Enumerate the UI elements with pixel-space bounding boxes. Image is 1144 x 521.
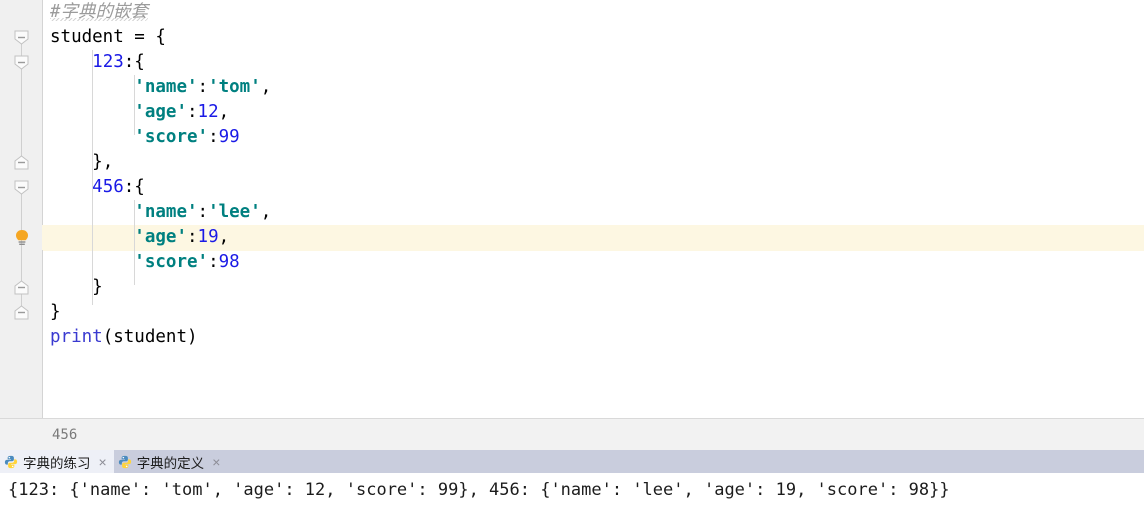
- token-str: 'score': [134, 252, 209, 272]
- fold-marker-icon[interactable]: [14, 30, 29, 45]
- token-plain: :: [208, 252, 219, 272]
- run-console[interactable]: {123: {'name': 'tom', 'age': 12, 'score'…: [0, 473, 1144, 521]
- code-line[interactable]: 'score':98: [42, 250, 1144, 275]
- fold-marker-icon[interactable]: [14, 180, 29, 195]
- token-plain: :: [186, 102, 198, 122]
- indent-guide: [134, 200, 136, 285]
- close-icon[interactable]: ×: [212, 455, 220, 469]
- token-plain: }: [92, 277, 103, 297]
- token-plain: :: [197, 202, 209, 222]
- code-line[interactable]: 'score':99: [42, 125, 1144, 150]
- code-line[interactable]: 'name':'lee',: [42, 200, 1144, 225]
- tab-2[interactable]: 字典的定义 ×: [114, 450, 228, 473]
- pycharm-window: #字典的嵌套 student = { 123:{ 'name':'tom', 'a…: [0, 0, 1144, 521]
- tab-1[interactable]: 字典的练习 ×: [0, 450, 114, 473]
- token-num: 98: [218, 252, 240, 272]
- run-tool-tabbar[interactable]: 字典的练习 × 字典的定义 ×: [0, 450, 1144, 474]
- code-line[interactable]: 123:{: [42, 50, 1144, 75]
- code-line[interactable]: 456:{: [42, 175, 1144, 200]
- indent-guide: [92, 50, 94, 305]
- code-line[interactable]: 'age':19,: [42, 225, 1144, 250]
- token-num: 19: [197, 227, 219, 247]
- fold-marker-icon[interactable]: [14, 305, 29, 320]
- code-line[interactable]: 'name':'tom',: [42, 75, 1144, 100]
- token-plain: :{: [123, 177, 145, 197]
- token-plain: :: [186, 227, 198, 247]
- token-str: 'tom': [208, 77, 261, 97]
- fold-marker-icon[interactable]: [14, 55, 29, 70]
- fold-marker-icon[interactable]: [14, 280, 29, 295]
- code-line[interactable]: #字典的嵌套: [42, 0, 1144, 25]
- token-plain: ,: [218, 102, 230, 122]
- tab-label: 字典的练习: [23, 455, 91, 471]
- indent-guide: [134, 75, 136, 135]
- token-plain: :: [197, 77, 209, 97]
- token-plain: ,: [260, 77, 272, 97]
- python-file-icon: [4, 455, 18, 469]
- token-plain: (student): [102, 327, 198, 347]
- breadcrumb[interactable]: 456: [52, 419, 77, 451]
- token-str: 'score': [134, 127, 209, 147]
- tab-label: 字典的定义: [136, 455, 205, 471]
- token-plain: :{: [123, 52, 145, 72]
- code-editor[interactable]: #字典的嵌套 student = { 123:{ 'name':'tom', 'a…: [0, 0, 1144, 418]
- fold-marker-icon[interactable]: [14, 155, 29, 170]
- code-line[interactable]: },: [42, 150, 1144, 175]
- code-line[interactable]: 'age':12,: [42, 100, 1144, 125]
- token-builtin: print: [50, 327, 103, 347]
- token-str: 'name': [134, 202, 198, 222]
- token-num: 456: [92, 177, 124, 197]
- token-num: 12: [197, 102, 219, 122]
- code-line[interactable]: print(student): [42, 325, 1144, 350]
- token-num: 99: [218, 127, 240, 147]
- token-plain: student = {: [50, 27, 166, 47]
- breadcrumb-bar[interactable]: 456: [0, 418, 1144, 452]
- token-str: 'name': [134, 77, 198, 97]
- python-file-icon: [118, 455, 132, 469]
- token-num: 123: [92, 52, 124, 72]
- token-str: 'lee': [208, 202, 261, 222]
- token-str: 'age': [134, 227, 187, 247]
- spellcheck-squiggle: [50, 18, 149, 21]
- token-comment: #字典的嵌套: [50, 2, 149, 22]
- console-output: {123: {'name': 'tom', 'age': 12, 'score'…: [8, 480, 950, 500]
- token-plain: :: [208, 127, 219, 147]
- code-line[interactable]: student = {: [42, 25, 1144, 50]
- code-lines[interactable]: #字典的嵌套 student = { 123:{ 'name':'tom', 'a…: [42, 0, 1144, 418]
- lightbulb-icon[interactable]: [14, 229, 30, 247]
- code-line[interactable]: }: [42, 275, 1144, 300]
- token-plain: },: [92, 152, 114, 172]
- token-str: 'age': [134, 102, 187, 122]
- token-plain: }: [50, 302, 61, 322]
- token-plain: ,: [260, 202, 272, 222]
- editor-gutter[interactable]: [0, 0, 43, 418]
- token-plain: ,: [218, 227, 230, 247]
- close-icon[interactable]: ×: [99, 455, 107, 469]
- code-line[interactable]: }: [42, 300, 1144, 325]
